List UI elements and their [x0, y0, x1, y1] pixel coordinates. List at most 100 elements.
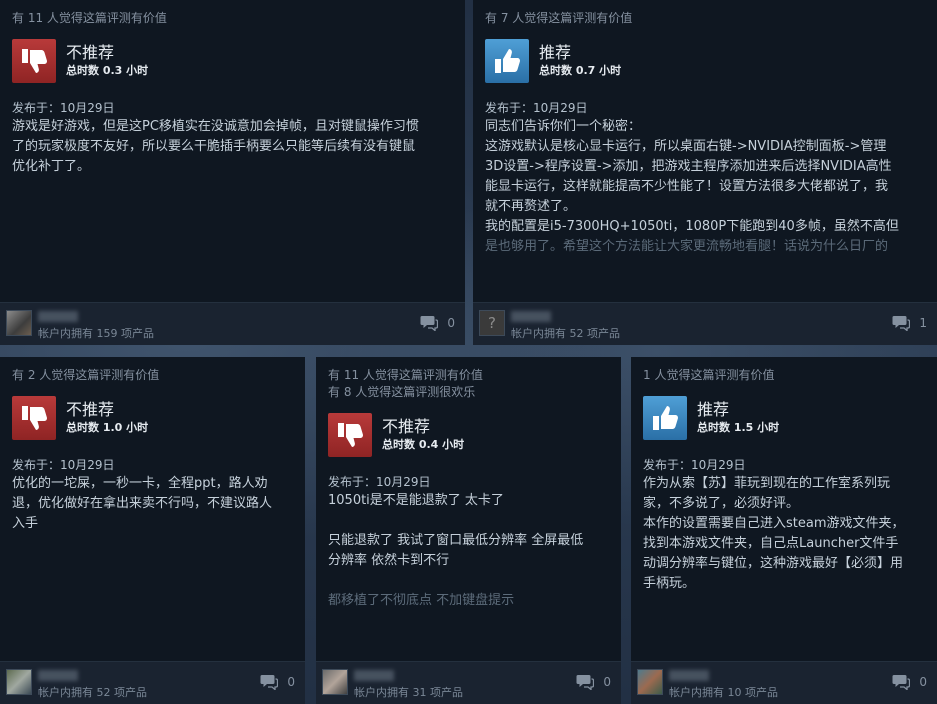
- username-redacted[interactable]: [38, 670, 78, 681]
- text-fade: [485, 274, 925, 300]
- review-text-line: 我的配置是i5-7300HQ+1050ti，1080P下能跑到40多帧，虽然不高…: [485, 219, 899, 234]
- posted-date: 发布于：10月29日: [643, 458, 746, 472]
- products-owned: 帐户内拥有 159 项产品: [38, 327, 154, 340]
- comment-button[interactable]: 0: [420, 315, 455, 331]
- username-redacted[interactable]: [354, 670, 394, 681]
- username-redacted[interactable]: [669, 670, 709, 681]
- review-text-line: 能显卡运行，这样就能提高不少性能了！设置方法很多大佬都说了，我: [485, 179, 889, 194]
- review-text-line: [328, 511, 609, 531]
- verdict-block: 不推荐 总时数 1.0 小时: [12, 396, 293, 440]
- comment-icon: [892, 675, 911, 690]
- review-card[interactable]: 有 7 人觉得这篇评测有价值 推荐 总时数 0.7 小时 发布于：10月29日 …: [473, 0, 937, 345]
- review-text-line: 1050ti是不是能退款了 太卡了: [328, 493, 504, 508]
- funny-count: 有 8 人觉得这篇评测很欢乐: [328, 385, 476, 399]
- review-text-line: 作为从索【苏】菲玩到现在的工作室系列玩: [643, 476, 891, 491]
- review-card[interactable]: 1 人觉得这篇评测有价值 推荐 总时数 1.5 小时 发布于：10月29日 作为…: [631, 357, 937, 704]
- review-text-line: 同志们告诉你们一个秘密：: [485, 119, 642, 134]
- posted-date: 发布于：10月29日: [12, 101, 115, 115]
- thumbs-down-icon: [328, 413, 372, 457]
- verdict-block: 推荐 总时数 0.7 小时: [485, 39, 925, 83]
- review-content: 有 2 人觉得这篇评测有价值 不推荐 总时数 1.0 小时 发布于：10月29日…: [12, 357, 293, 659]
- review-footer: 帐户内拥有 31 项产品 0: [316, 661, 621, 704]
- comment-count: 0: [447, 316, 455, 330]
- review-text-line: 都移植了不彻底点 不加键盘提示: [328, 593, 515, 608]
- helpful-count: 有 11 人觉得这篇评测有价值: [12, 11, 167, 25]
- review-text-line: 只能退款了 我试了窗口最低分辨率 全屏最低: [328, 533, 584, 548]
- verdict-block: 不推荐 总时数 0.4 小时: [328, 413, 609, 457]
- verdict-block: 不推荐 总时数 0.3 小时: [12, 39, 453, 83]
- avatar[interactable]: [322, 669, 348, 695]
- review-text-line: 游戏是好游戏，但是这PC移植实在没诚意加会掉帧，且对键鼠操作习惯: [12, 119, 419, 134]
- review-text-line: 退，优化做好在拿出来卖不行吗，不建议路人: [12, 496, 273, 511]
- posted-date: 发布于：10月29日: [12, 458, 115, 472]
- review-text-line: 找到本游戏文件夹，自己点Launcher文件手: [643, 536, 899, 551]
- playtime: 总时数 0.4 小时: [382, 438, 465, 451]
- review-text-line: 家，不多说了，必须好评。: [643, 496, 800, 511]
- verdict-block: 推荐 总时数 1.5 小时: [643, 396, 925, 440]
- review-text-line: 优化补丁了。: [12, 159, 91, 174]
- thumbs-down-icon: [12, 396, 56, 440]
- comment-icon: [892, 316, 911, 331]
- comment-count: 0: [287, 675, 295, 689]
- review-text-line: 本作的设置需要自己进入steam游戏文件夹，: [643, 516, 905, 531]
- review-text-line: 了的玩家极度不友好，所以要么干脆插手柄要么只能等后续有没有键鼠: [12, 139, 416, 154]
- comment-icon: [260, 675, 279, 690]
- helpful-count: 1 人觉得这篇评测有价值: [643, 368, 775, 382]
- review-content: 有 7 人觉得这篇评测有价值 推荐 总时数 0.7 小时 发布于：10月29日 …: [485, 0, 925, 300]
- review-text-line: [328, 571, 609, 591]
- thumbs-down-icon: [12, 39, 56, 83]
- review-footer: 帐户内拥有 52 项产品 0: [0, 661, 305, 704]
- products-owned: 帐户内拥有 10 项产品: [669, 686, 778, 699]
- comment-button[interactable]: 0: [260, 674, 295, 690]
- playtime: 总时数 1.5 小时: [697, 421, 780, 434]
- avatar[interactable]: [6, 310, 32, 336]
- review-content: 有 11 人觉得这篇评测有价值 有 8 人觉得这篇评测很欢乐 不推荐 总时数 0…: [328, 357, 609, 659]
- username-redacted[interactable]: [38, 311, 78, 322]
- products-owned: 帐户内拥有 52 项产品: [38, 686, 147, 699]
- comment-button[interactable]: 1: [892, 315, 927, 331]
- verdict-title[interactable]: 不推荐: [66, 400, 148, 420]
- review-card[interactable]: 有 11 人觉得这篇评测有价值 不推荐 总时数 0.3 小时 发布于：10月29…: [0, 0, 465, 345]
- review-text-line: 这游戏默认是核心显卡运行，所以桌面右键->NVIDIA控制面板->管理: [485, 139, 887, 154]
- review-text-line: 手柄玩。: [643, 576, 696, 591]
- avatar[interactable]: [637, 669, 663, 695]
- review-card[interactable]: 有 2 人觉得这篇评测有价值 不推荐 总时数 1.0 小时 发布于：10月29日…: [0, 357, 305, 704]
- username-redacted[interactable]: [511, 311, 551, 322]
- helpful-count: 有 2 人觉得这篇评测有价值: [12, 368, 160, 382]
- review-text-line: 分辨率 依然卡到不行: [328, 553, 450, 568]
- products-owned: 帐户内拥有 31 项产品: [354, 686, 463, 699]
- verdict-title[interactable]: 推荐: [697, 400, 779, 420]
- playtime: 总时数 0.3 小时: [66, 64, 149, 77]
- comment-button[interactable]: 0: [892, 674, 927, 690]
- playtime: 总时数 0.7 小时: [539, 64, 622, 77]
- comment-button[interactable]: 0: [576, 674, 611, 690]
- review-footer: ? 帐户内拥有 52 项产品 1: [473, 302, 937, 345]
- posted-date: 发布于：10月29日: [485, 101, 588, 115]
- comment-icon: [420, 316, 439, 331]
- thumbs-up-icon: [643, 396, 687, 440]
- playtime: 总时数 1.0 小时: [66, 421, 149, 434]
- comment-icon: [576, 675, 595, 690]
- review-text-line: 动调分辨率与键位，这种游戏最好【必须】用: [643, 556, 904, 571]
- review-text-line: 入手: [12, 516, 39, 531]
- review-card[interactable]: 有 11 人觉得这篇评测有价值 有 8 人觉得这篇评测很欢乐 不推荐 总时数 0…: [316, 357, 621, 704]
- comment-count: 0: [603, 675, 611, 689]
- helpful-count: 有 7 人觉得这篇评测有价值: [485, 11, 633, 25]
- thumbs-up-icon: [485, 39, 529, 83]
- verdict-title[interactable]: 不推荐: [382, 417, 464, 437]
- review-footer: 帐户内拥有 10 项产品 0: [631, 661, 937, 704]
- review-content: 1 人觉得这篇评测有价值 推荐 总时数 1.5 小时 发布于：10月29日 作为…: [643, 357, 925, 659]
- review-content: 有 11 人觉得这篇评测有价值 不推荐 总时数 0.3 小时 发布于：10月29…: [12, 0, 453, 300]
- verdict-title[interactable]: 推荐: [539, 43, 621, 63]
- comment-count: 0: [919, 675, 927, 689]
- review-text-line: 是也够用了。希望这个方法能让大家更流畅地看腿！话说为什么日厂的: [485, 239, 889, 254]
- review-text-line: 3D设置->程序设置->添加，把游戏主程序添加进来后选择NVIDIA高性: [485, 159, 892, 174]
- comment-count: 1: [919, 316, 927, 330]
- review-footer: 帐户内拥有 159 项产品 0: [0, 302, 465, 345]
- avatar[interactable]: [6, 669, 32, 695]
- products-owned: 帐户内拥有 52 项产品: [511, 327, 620, 340]
- review-text-line: 就不再赘述了。: [485, 199, 577, 214]
- avatar[interactable]: ?: [479, 310, 505, 336]
- helpful-count: 有 11 人觉得这篇评测有价值: [328, 368, 483, 382]
- verdict-title[interactable]: 不推荐: [66, 43, 148, 63]
